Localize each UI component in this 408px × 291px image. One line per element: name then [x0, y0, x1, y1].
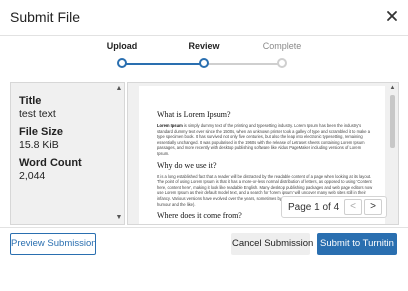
footer-divider — [0, 227, 408, 228]
word-count-label: Word Count — [19, 157, 82, 169]
word-count-value: 2,044 — [19, 170, 46, 182]
next-page-button[interactable]: > — [364, 199, 382, 215]
submit-file-dialog: Submit File Upload Review Complete ▲ Tit… — [0, 0, 408, 291]
step-label-review: Review — [188, 41, 220, 51]
preview-scrollbar-thumb[interactable] — [390, 95, 395, 148]
doc-paragraph-1-text: is simply dummy text of the printing and… — [157, 123, 370, 156]
doc-heading-1: What is Lorem Ipsum? — [157, 110, 231, 119]
cancel-submission-button[interactable]: Cancel Submission — [231, 233, 313, 255]
step-dot-upload — [117, 58, 127, 68]
submit-to-turnitin-button[interactable]: Submit to Turnitin — [317, 233, 397, 255]
chevron-up-icon[interactable]: ▲ — [115, 85, 123, 93]
progress-stepper: Upload Review Complete — [0, 38, 408, 82]
page-indicator: Page 1 of 4 — [288, 202, 340, 213]
doc-paragraph-1: Lorem Ipsum is simply dummy text of the … — [157, 123, 373, 157]
file-metadata-panel[interactable]: ▲ Title test text File Size 15.8 KiB Wor… — [10, 82, 125, 225]
stepper-track-upcoming — [204, 63, 282, 65]
chevron-down-icon[interactable]: ▼ — [115, 214, 123, 222]
previous-page-button[interactable]: < — [344, 199, 362, 215]
step-dot-complete — [277, 58, 287, 68]
step-label-complete: Complete — [262, 41, 302, 51]
preview-submission-button[interactable]: Preview Submission — [10, 233, 97, 255]
file-size-label: File Size — [19, 126, 64, 138]
preview-scrollbar[interactable]: ▲ — [389, 85, 396, 223]
dialog-header: Submit File — [0, 0, 408, 36]
page-navigator: Page 1 of 4 < > — [281, 196, 387, 218]
stepper-track-complete — [122, 63, 204, 65]
step-label-upload: Upload — [106, 41, 138, 51]
title-value: test text — [19, 108, 56, 120]
close-icon[interactable] — [384, 8, 400, 24]
doc-paragraph-1-lead: Lorem Ipsum — [157, 123, 183, 128]
step-dot-review — [199, 58, 209, 68]
dialog-title: Submit File — [10, 9, 81, 25]
file-size-value: 15.8 KiB — [19, 139, 59, 151]
doc-heading-2: Why do we use it? — [157, 160, 217, 170]
chevron-up-icon[interactable]: ▲ — [389, 85, 396, 92]
title-label: Title — [19, 95, 42, 107]
